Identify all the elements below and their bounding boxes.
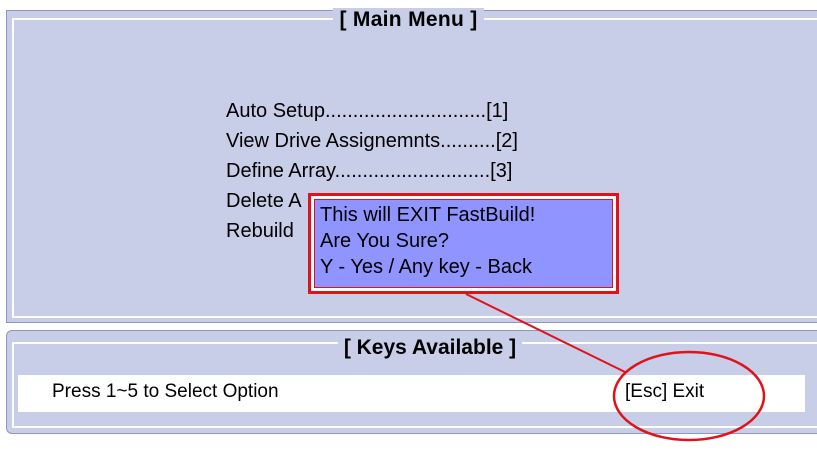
dialog-options: Y - Yes / Any key - Back: [320, 256, 532, 278]
menu-item-auto-setup[interactable]: Auto Setup.............................[…: [226, 96, 518, 126]
dialog-question: Are You Sure?: [320, 230, 449, 252]
main-menu-title: [ Main Menu ]: [0, 8, 817, 32]
menu-item-define-array[interactable]: Define Array............................…: [226, 156, 518, 186]
esc-exit-hint[interactable]: [Esc] Exit: [625, 381, 704, 403]
dialog-message: This will EXIT FastBuild!: [320, 204, 536, 226]
exit-confirm-dialog[interactable]: This will EXIT FastBuild! Are You Sure? …: [314, 199, 613, 288]
menu-item-view-drive-assignments[interactable]: View Drive Assignemnts..........[2]: [226, 126, 518, 156]
select-option-hint: Press 1~5 to Select Option: [52, 381, 279, 402]
keys-available-title: [ Keys Available ]: [0, 336, 817, 360]
